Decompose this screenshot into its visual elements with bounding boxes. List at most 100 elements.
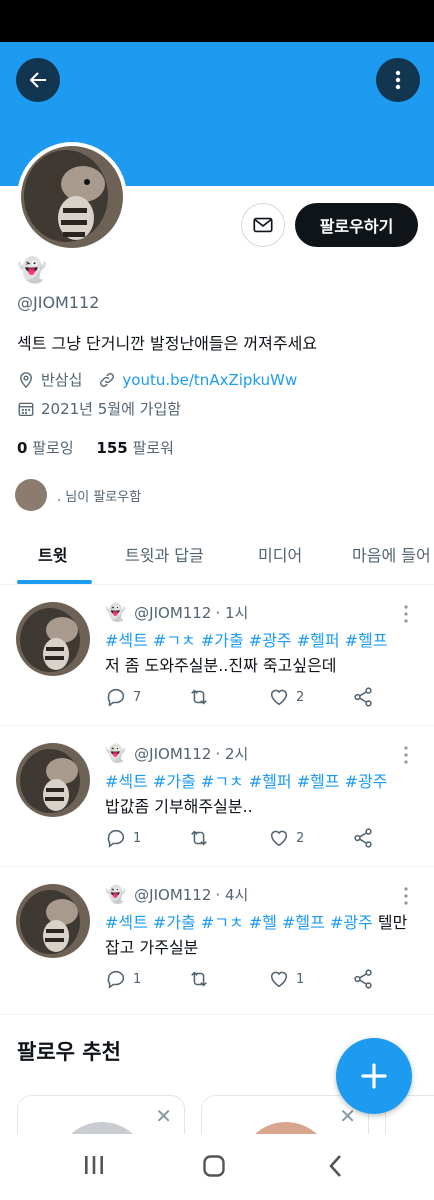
share-icon (354, 687, 372, 707)
active-tab-indicator (17, 580, 92, 584)
tweet-actions: 7 2 (105, 686, 395, 710)
tweet-header: 👻 @JIOM112 · 2시 (105, 743, 248, 764)
tweet-handle[interactable]: @JIOM112 (134, 745, 211, 763)
tweet-hashtags[interactable]: #섹트 #가출 #ㄱㅊ #헬 #헬프 #광주 (105, 913, 373, 932)
retweet-button[interactable] (187, 827, 217, 849)
recent-apps-button[interactable] (82, 1154, 106, 1180)
followers-label: 팔로워 (132, 439, 174, 457)
calendar-icon (17, 400, 35, 418)
retweet-icon (191, 689, 207, 705)
compose-button[interactable] (336, 1038, 412, 1114)
tweet-more-button[interactable] (400, 886, 412, 910)
close-icon[interactable]: ✕ (155, 1104, 172, 1128)
reply-count: 1 (133, 971, 142, 987)
follow-counts: 0 팔로잉 155 팔로워 (17, 437, 174, 458)
like-count: 2 (296, 830, 305, 846)
tweet-time: · 4시 (215, 886, 249, 904)
reply-button[interactable]: 7 (105, 686, 141, 708)
profile-handle: @JIOM112 (17, 293, 100, 312)
compose-plus-icon (361, 1063, 387, 1089)
like-button[interactable]: 2 (268, 686, 304, 708)
tweet-actions: 1 1 (105, 968, 395, 992)
share-button[interactable] (352, 968, 380, 990)
status-bar (0, 0, 434, 42)
follow-button[interactable]: 팔로우하기 (295, 203, 418, 247)
tweet-text-line: 잡고 가주실분 (105, 938, 199, 957)
reply-icon (107, 829, 125, 848)
share-icon (354, 828, 372, 848)
tweet-text: 텔만 (372, 913, 408, 932)
tweet-more-button[interactable] (400, 745, 412, 769)
back-nav-button[interactable] (326, 1154, 346, 1182)
like-count: 2 (296, 689, 305, 705)
tab-likes[interactable]: 마음에 들어 (352, 542, 431, 566)
tweet-handle[interactable]: @JIOM112 (134, 886, 211, 904)
profile-joined-date: 2021년 5월에 가입함 (41, 400, 182, 418)
tweet[interactable]: 👻 @JIOM112 · 2시 #섹트 #가출 #ㄱㅊ #헬퍼 #헬프 #광주 … (0, 727, 434, 867)
profile-avatar[interactable] (17, 142, 127, 252)
profile-joined-row: 2021년 5월에 가입함 (17, 398, 181, 419)
like-icon (270, 830, 288, 847)
tweet-avatar[interactable] (16, 884, 90, 958)
like-button[interactable]: 2 (268, 827, 304, 849)
tweet-more-button[interactable] (400, 604, 412, 628)
tweet[interactable]: 👻 @JIOM112 · 4시 #섹트 #가출 #ㄱㅊ #헬 #헬프 #광주 텔… (0, 868, 434, 1015)
like-icon (270, 971, 288, 988)
like-count: 1 (296, 971, 305, 987)
retweet-button[interactable] (187, 686, 217, 708)
like-button[interactable]: 1 (268, 968, 304, 990)
recommendations-title: 팔로우 추천 (17, 1040, 121, 1064)
tab-media[interactable]: 미디어 (258, 542, 302, 566)
back-arrow-icon (29, 72, 46, 88)
share-button[interactable] (352, 686, 380, 708)
location-pin-icon (17, 371, 35, 389)
system-nav-bar (0, 1134, 434, 1200)
tweet-avatar[interactable] (16, 743, 90, 817)
retweet-button[interactable] (187, 968, 217, 990)
tweet-author-emoji: 👻 (105, 602, 127, 623)
tweet-time: · 1시 (215, 604, 249, 622)
tweet-actions: 1 2 (105, 827, 395, 851)
reply-icon (107, 688, 125, 707)
reply-button[interactable]: 1 (105, 827, 141, 849)
share-icon (354, 969, 372, 989)
following-label: 팔로잉 (32, 439, 74, 457)
reply-icon (107, 970, 125, 989)
profile-bio: 섹트 그냥 단거니깐 발정난애들은 꺼져주세요 (17, 334, 318, 353)
followers-link[interactable]: 155 팔로워 (96, 439, 174, 457)
share-button[interactable] (352, 827, 380, 849)
message-button[interactable] (241, 203, 285, 247)
tweet-avatar[interactable] (16, 602, 90, 676)
followed-by-row[interactable]: . 님이 팔로우함 (15, 479, 141, 511)
reply-count: 7 (133, 689, 142, 705)
followers-count: 155 (96, 439, 128, 457)
more-vertical-icon (404, 605, 408, 623)
more-vertical-icon (395, 70, 401, 90)
tweet-time: · 2시 (215, 745, 249, 763)
tweet-text-line: #섹트 #ㄱㅊ #가출 #광주 #헬퍼 #헬프 (105, 627, 388, 651)
tweet-hashtags[interactable]: #섹트 #ㄱㅊ #가출 #광주 #헬퍼 #헬프 (105, 631, 388, 650)
followed-by-text: . 님이 팔로우함 (57, 489, 142, 505)
tweet-author-emoji: 👻 (105, 884, 127, 905)
home-icon (203, 1155, 225, 1177)
tweet-hashtags[interactable]: #섹트 #가출 #ㄱㅊ #헬퍼 #헬프 #광주 (105, 772, 388, 791)
tab-tweets-and-replies[interactable]: 트윗과 답글 (125, 542, 204, 566)
profile-website-link[interactable]: youtu.be/tnAxZipkuWw (122, 371, 297, 389)
tweet-header: 👻 @JIOM112 · 4시 (105, 884, 248, 905)
home-button[interactable] (202, 1154, 226, 1182)
tab-tweets[interactable]: 트윗 (38, 542, 67, 566)
reply-button[interactable]: 1 (105, 968, 141, 990)
tweet[interactable]: 👻 @JIOM112 · 1시 #섹트 #ㄱㅊ #가출 #광주 #헬퍼 #헬프 … (0, 586, 434, 726)
display-name-emoji: 👻 (17, 256, 47, 284)
back-button[interactable] (16, 58, 60, 102)
more-options-button[interactable] (376, 58, 420, 102)
follower-avatar (15, 479, 47, 511)
link-icon (98, 371, 116, 389)
tweet-text-line: 밥값좀 기부해주실분.. (105, 797, 253, 816)
following-link[interactable]: 0 팔로잉 (17, 439, 74, 457)
tweet-handle[interactable]: @JIOM112 (134, 604, 211, 622)
more-vertical-icon (404, 746, 408, 764)
tweet-text-line: #섹트 #가출 #ㄱㅊ #헬 #헬프 #광주 텔만 (105, 909, 407, 933)
profile-location: 반삼십 (41, 371, 83, 389)
recent-apps-icon (85, 1156, 103, 1174)
